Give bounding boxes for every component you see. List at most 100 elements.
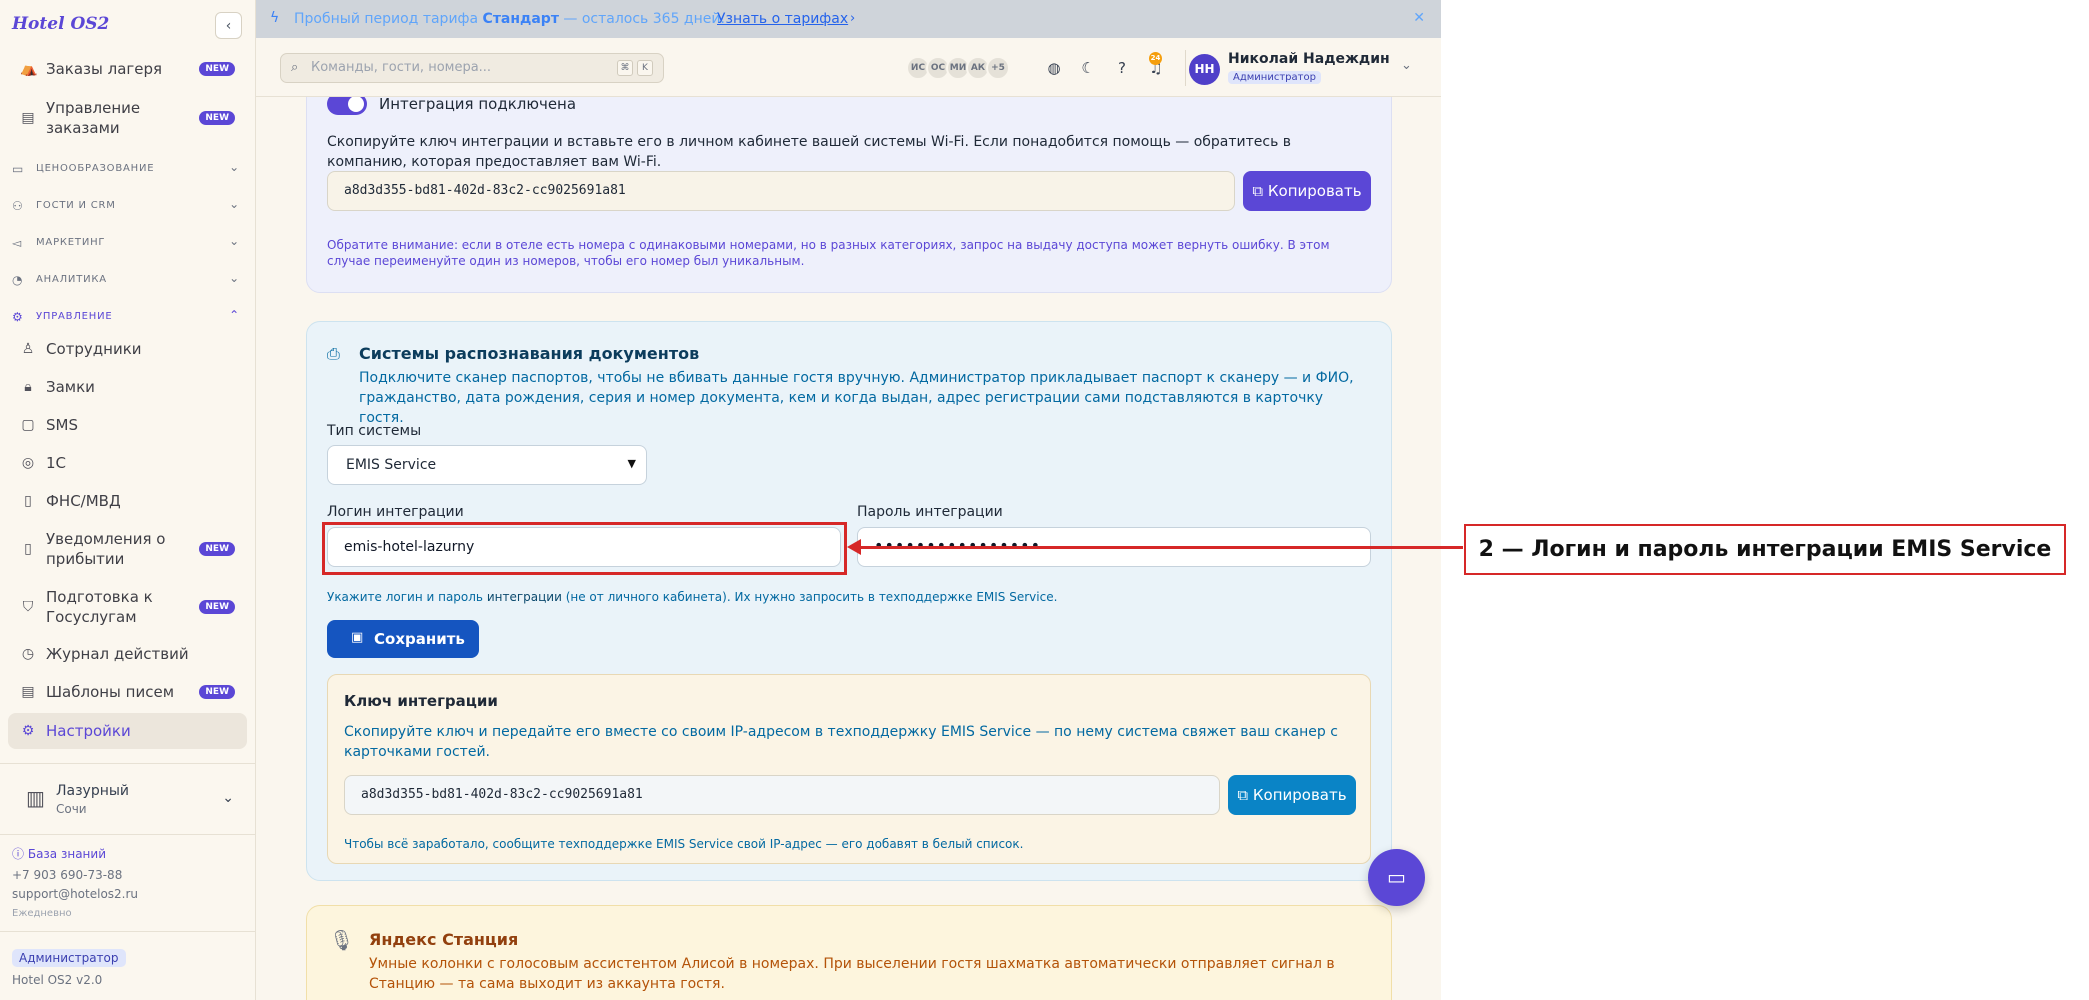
user-name[interactable]: Николай Надеждин	[1228, 51, 1390, 67]
section-label: МАРКЕТИНГ	[36, 237, 106, 248]
knowledge-base-label: База знаний	[27, 847, 107, 861]
card-title: Системы распознавания документов	[359, 344, 700, 363]
database-icon: ◎	[21, 455, 35, 471]
password-label: Пароль интеграции	[857, 504, 1003, 520]
chat-icon: ▢	[21, 417, 35, 433]
gear-icon: ⚙	[12, 310, 24, 324]
new-badge: NEW	[199, 685, 235, 699]
support-phone[interactable]: +7 903 690-73-88	[12, 868, 122, 882]
panel-description: Скопируйте ключ и передайте его вместе с…	[344, 724, 1338, 760]
annotation-highlight-box	[322, 522, 847, 575]
panel-note: Чтобы всё заработало, сообщите техподдер…	[344, 837, 1024, 851]
close-icon[interactable]: ✕	[1413, 10, 1425, 26]
command-search[interactable]: ⌕ ⌘ K	[280, 53, 664, 83]
chevron-down-icon[interactable]: ⌄	[1401, 58, 1412, 73]
user-role-badge: Администратор	[1228, 71, 1321, 84]
integration-toggle[interactable]	[327, 97, 367, 115]
document-recognition-card: ⎙ Системы распознавания документов Подкл…	[306, 321, 1392, 881]
sidebar-item-locks[interactable]: 🔒︎ Замки	[8, 377, 247, 397]
user-icon: ♙	[21, 341, 35, 357]
copy-key-button[interactable]: ⧉ Копировать	[1243, 171, 1371, 211]
save-button[interactable]: ▣ Сохранить	[327, 620, 479, 658]
search-icon: ⌕	[291, 60, 299, 75]
sidebar-item-arrival-notifications[interactable]: ▯ Уведомления о прибытии NEW	[8, 528, 247, 570]
brand-logo[interactable]: Hotel OS2	[12, 14, 109, 34]
tent-icon: ⛺	[20, 61, 38, 77]
sidebar-item-label: Замки	[46, 378, 95, 396]
sidebar-item-label: Подготовка к Госуслугам	[46, 588, 153, 626]
save-label: Сохранить	[374, 630, 465, 648]
support-hours: Ежедневно	[12, 908, 72, 919]
sidebar-item-label: Уведомления о прибытии	[46, 530, 166, 568]
app-version: Hotel OS2 v2.0	[12, 973, 103, 987]
sidebar-item-label: Управление заказами	[46, 99, 141, 137]
moon-icon[interactable]: ☾	[1075, 55, 1101, 81]
sidebar-item-label: SMS	[46, 416, 78, 434]
sidebar-item-label: Шаблоны писем	[46, 683, 175, 701]
help-icon: ⓘ	[12, 847, 25, 861]
app-window: Hotel OS2 ‹ ⛺ Заказы лагеря NEW ▤ Управл…	[0, 0, 1441, 1000]
gear-icon: ⚙	[21, 723, 35, 739]
sidebar-item-gosuslugi[interactable]: ⛉ Подготовка к Госуслугам NEW	[8, 586, 247, 628]
chevron-up-icon: ⌃	[229, 308, 240, 322]
chevron-down-icon: ⌄	[229, 160, 240, 174]
building-icon: ▥	[26, 786, 45, 810]
hotel-switcher[interactable]: ▥ Лазурный Сочи ⌄	[22, 780, 242, 824]
wallet-icon: ▭	[12, 162, 25, 176]
chat-support-button[interactable]: ▭	[1368, 849, 1425, 906]
save-icon: ▣	[351, 630, 364, 645]
sidebar-item-label: Журнал действий	[46, 645, 189, 663]
notification-badge: 24	[1149, 52, 1162, 65]
wifi-description: Скопируйте ключ интеграции и вставьте ег…	[327, 134, 1292, 170]
sidebar-item-action-log[interactable]: ◷ Журнал действий	[8, 644, 247, 664]
sidebar-item-label: 1С	[46, 454, 67, 472]
collapse-sidebar-button[interactable]: ‹	[215, 12, 242, 39]
chevron-down-icon: ⌄	[222, 790, 234, 806]
chevron-down-icon: ▼	[627, 457, 636, 470]
online-users[interactable]: ИС ОС МИ АК +5	[906, 56, 1036, 80]
help-circle-icon[interactable]: ?	[1109, 55, 1135, 81]
section-label: УПРАВЛЕНИЕ	[36, 311, 113, 322]
sidebar-item-label: Заказы лагеря	[46, 60, 163, 78]
emis-integration-key[interactable]: a8d3d355-bd81-402d-83c2-cc9025691a81	[344, 775, 1220, 815]
sidebar-item-email-templates[interactable]: ▤ Шаблоны писем NEW	[8, 682, 247, 702]
shortcut-key: ⌘	[617, 60, 633, 76]
pricing-link[interactable]: Узнать о тарифах	[717, 11, 848, 27]
user-avatar[interactable]: НН	[1189, 54, 1220, 85]
lightning-icon: ϟ	[270, 10, 280, 26]
divider	[0, 834, 256, 835]
sidebar-item-camp-orders[interactable]: ⛺ Заказы лагеря NEW	[8, 56, 247, 82]
sidebar-item-1c[interactable]: ◎ 1С	[8, 453, 247, 473]
sidebar-item-fns-mvd[interactable]: ▯ ФНС/МВД	[8, 491, 247, 511]
wifi-integration-key[interactable]: a8d3d355-bd81-402d-83c2-cc9025691a81	[327, 171, 1235, 211]
sidebar-item-sms[interactable]: ▢ SMS	[8, 415, 247, 435]
support-email[interactable]: support@hotelos2.ru	[12, 887, 138, 901]
copy-icon: ⧉	[1237, 786, 1249, 804]
new-badge: NEW	[199, 600, 235, 614]
sidebar-item-staff[interactable]: ♙ Сотрудники	[8, 339, 247, 359]
chevron-right-icon: ›	[850, 11, 856, 26]
system-type-select[interactable]: EMIS Service ▼	[327, 445, 647, 485]
sidebar-item-order-management[interactable]: ▤ Управление заказами NEW	[8, 96, 247, 140]
chevron-down-icon: ⌄	[229, 271, 240, 285]
megaphone-icon: ◅	[12, 236, 23, 250]
search-input[interactable]	[311, 60, 591, 75]
system-type-label: Тип системы	[327, 423, 422, 439]
copy-icon: ⧉	[1252, 182, 1264, 200]
login-label: Логин интеграции	[327, 504, 464, 520]
knowledge-base-link[interactable]: ⓘ База знаний	[12, 845, 106, 862]
hotel-city: Сочи	[56, 802, 87, 816]
trial-banner: ϟ Пробный период тарифа Стандарт — остал…	[256, 0, 1441, 38]
credentials-hint: Укажите логин и пароль интеграции (не от…	[327, 590, 1058, 604]
sidebar-item-settings[interactable]: ⚙ Настройки	[8, 713, 247, 749]
annotation-callout: 2 — Логин и пароль интеграции EMIS Servi…	[1464, 524, 2066, 575]
clock-icon: ◔	[12, 273, 24, 287]
toggle-label: Интеграция подключена	[379, 97, 577, 113]
copy-emis-key-button[interactable]: ⧉ Копировать	[1228, 775, 1356, 815]
palette-icon[interactable]: ◍	[1041, 55, 1067, 81]
top-header: ⌕ ⌘ K ИС ОС МИ АК +5 ◍ ☾ ? ♫ 24 НН Никол…	[256, 38, 1441, 97]
card-title: Яндекс Станция	[369, 930, 519, 949]
role-badge: Администратор	[12, 949, 126, 967]
section-label: ГОСТИ И CRM	[36, 200, 116, 211]
divider	[0, 931, 256, 932]
